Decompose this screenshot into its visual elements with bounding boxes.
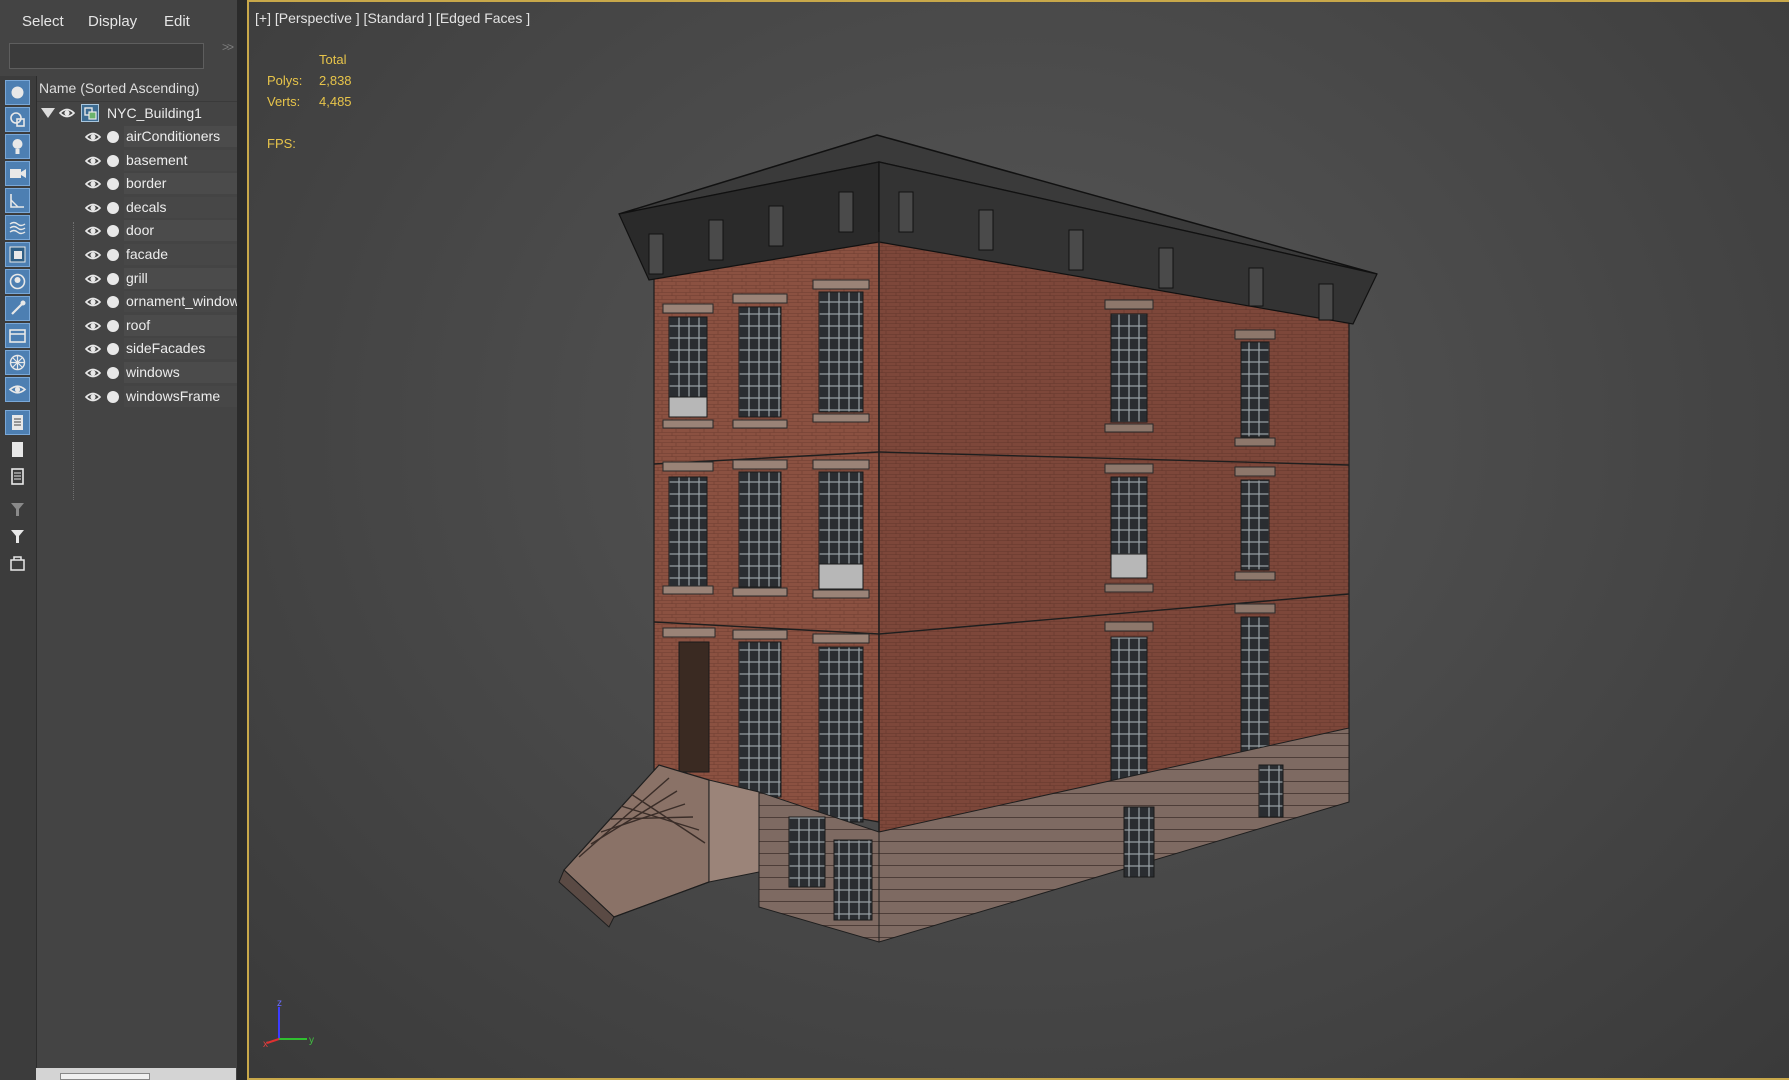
panel-divider[interactable] [237, 0, 247, 1080]
axis-gizmo-icon: z x y [263, 998, 314, 1047]
tree-row[interactable]: airConditioners [37, 125, 237, 148]
tree-row-root[interactable]: NYC_Building1 [37, 102, 237, 125]
object-dot-icon[interactable] [107, 201, 119, 214]
gizmo-z-label: z [277, 998, 282, 1009]
tree-item-label[interactable]: windows [124, 362, 237, 383]
object-dot-icon[interactable] [107, 367, 119, 379]
menu-display[interactable]: Display [88, 13, 137, 30]
tree-row[interactable]: ornament_window [37, 290, 237, 313]
hidden-icon[interactable] [5, 377, 30, 402]
tree-row[interactable]: basement [37, 149, 237, 172]
eye-icon[interactable] [84, 201, 102, 213]
tree-item-label[interactable]: ornament_window [124, 291, 237, 313]
tree-item-label[interactable]: basement [124, 149, 237, 171]
scene-explorer: Select Display Edit >> Name (Sorted Asce… [0, 0, 240, 1080]
tree-row[interactable]: sideFacades [37, 337, 237, 360]
groups-icon[interactable] [5, 242, 30, 267]
filter-funnel-icon[interactable] [5, 524, 30, 549]
helpers-icon[interactable] [5, 188, 30, 213]
eye-icon[interactable] [84, 366, 102, 378]
tree-item-label[interactable]: airConditioners [124, 126, 237, 147]
building-model[interactable] [249, 2, 1789, 1080]
lights-icon[interactable] [5, 134, 30, 159]
tree-row[interactable]: windowsFrame [37, 385, 237, 408]
geometry-icon[interactable] [5, 80, 30, 105]
object-xrefs-icon[interactable] [5, 269, 30, 294]
filter-toolstrip [0, 76, 37, 1080]
frozen-icon[interactable] [5, 350, 30, 375]
eye-icon[interactable] [84, 177, 102, 189]
entrance-stairs [558, 764, 760, 928]
collapse-arrow-icon[interactable] [41, 108, 55, 119]
bones-icon[interactable] [5, 296, 30, 321]
tree-item-label[interactable]: grill [124, 267, 237, 289]
gizmo-x-label: x [263, 1039, 268, 1047]
eye-icon[interactable] [84, 342, 102, 354]
space-warps-icon[interactable] [5, 215, 30, 240]
tree-item-label[interactable]: border [124, 173, 237, 195]
tree-item-label[interactable]: windowsFrame [124, 385, 237, 407]
eye-icon[interactable] [84, 154, 102, 166]
eye-icon[interactable] [84, 130, 102, 142]
object-dot-icon[interactable] [107, 390, 119, 403]
object-dot-icon[interactable] [107, 131, 119, 143]
shapes-icon[interactable] [5, 107, 30, 132]
object-dot-icon[interactable] [107, 272, 119, 285]
tree-root-label[interactable]: NYC_Building1 [105, 103, 237, 124]
eye-icon[interactable] [84, 295, 102, 307]
display-none-icon[interactable] [5, 437, 30, 462]
tree-row[interactable]: door [37, 219, 237, 242]
gizmo-y-label: y [309, 1035, 314, 1046]
tree-item-label[interactable]: door [124, 220, 237, 242]
front-windows [668, 291, 864, 823]
eye-icon[interactable] [84, 390, 102, 402]
eye-icon[interactable] [84, 224, 102, 236]
object-dot-icon[interactable] [107, 343, 119, 356]
display-all-icon[interactable] [5, 410, 30, 435]
search-expand-icon[interactable]: >> [222, 40, 234, 54]
containers-icon[interactable] [5, 323, 30, 348]
tree-item-label[interactable]: sideFacades [124, 338, 237, 360]
tree-item-label[interactable]: decals [124, 196, 237, 218]
tree-row[interactable]: windows [37, 361, 237, 384]
eye-icon[interactable] [84, 248, 102, 260]
object-dot-icon[interactable] [107, 178, 119, 191]
name-column-header[interactable]: Name (Sorted Ascending) [37, 78, 237, 102]
eye-icon[interactable] [84, 319, 102, 331]
menu-edit[interactable]: Edit [164, 13, 190, 30]
tree-row[interactable]: decals [37, 196, 237, 219]
cameras-icon[interactable] [5, 161, 30, 186]
tree-item-label[interactable]: facade [124, 244, 237, 265]
object-dot-icon[interactable] [107, 154, 119, 167]
object-dot-icon[interactable] [107, 319, 119, 332]
filter-icon[interactable] [5, 497, 30, 522]
explorer-menubar: Select Display Edit [0, 0, 240, 44]
search-input[interactable] [9, 43, 204, 69]
eye-icon[interactable] [59, 107, 75, 119]
tree-row[interactable]: facade [37, 243, 237, 266]
object-dot-icon[interactable] [107, 249, 119, 261]
tree-row[interactable]: roof [37, 314, 237, 337]
menu-select[interactable]: Select [22, 13, 64, 30]
explorer-scroll-thumb[interactable] [60, 1073, 150, 1080]
group-object-icon [81, 104, 99, 122]
tree-row[interactable]: border [37, 172, 237, 195]
tree-item-label[interactable]: roof [124, 314, 237, 336]
object-dot-icon[interactable] [107, 225, 119, 238]
invert-display-icon[interactable] [5, 464, 30, 489]
object-dot-icon[interactable] [107, 296, 119, 309]
eye-icon[interactable] [84, 272, 102, 284]
tree-row[interactable]: grill [37, 267, 237, 290]
perspective-viewport[interactable]: [+] [Perspective ] [Standard ] [Edged Fa… [247, 0, 1789, 1080]
layer-icon[interactable] [5, 551, 30, 576]
